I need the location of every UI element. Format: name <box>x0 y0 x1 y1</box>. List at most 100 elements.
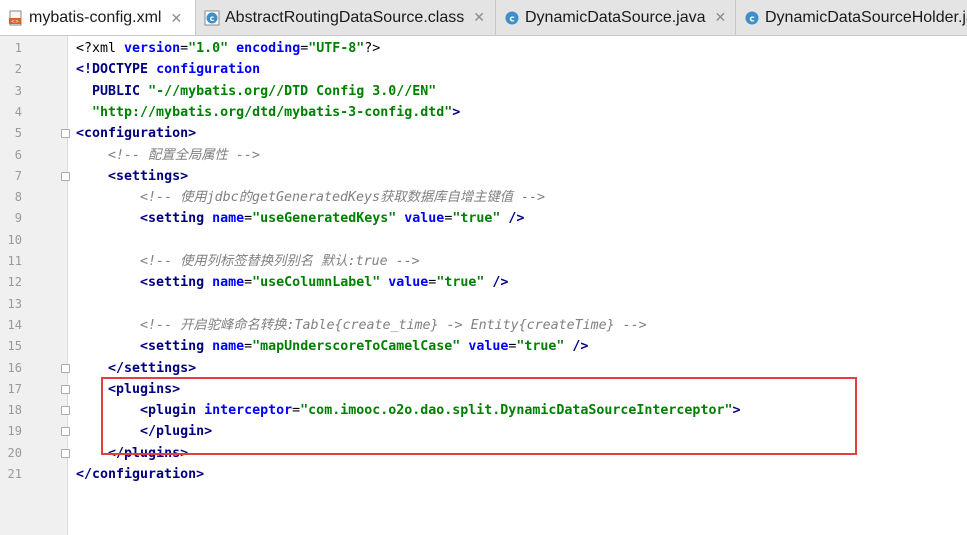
code-token: version <box>124 41 181 56</box>
line-number: 21 <box>7 467 22 481</box>
code-line: "http://mybatis.org/dtd/mybatis-3-config… <box>76 102 460 123</box>
line-number: 16 <box>7 360 22 375</box>
code-token: value <box>388 275 429 291</box>
code-token: "mapUnderscoreToCamelCase" <box>252 339 461 355</box>
code-token: encoding <box>236 41 301 56</box>
code-token: <configuration> <box>76 126 197 142</box>
code-token: "1.0" <box>188 41 229 56</box>
code-line: <!-- 配置全局属性 --> <box>76 145 260 166</box>
xml-file-icon: <> <box>9 10 22 26</box>
code-token: "http://mybatis.org/dtd/mybatis-3-config… <box>76 104 453 120</box>
line-number: 5 <box>14 126 22 141</box>
svg-text:<>: <> <box>11 19 19 25</box>
line-number: 7 <box>14 168 22 183</box>
line-number: 2 <box>14 62 22 77</box>
code-editor[interactable]: <?xml version="1.0" encoding="UTF-8"?> <!… <box>68 36 967 535</box>
code-token: > <box>452 104 461 120</box>
close-icon[interactable]: ✕ <box>473 9 485 26</box>
svg-text:c: c <box>210 14 215 23</box>
code-token: /> <box>564 339 589 355</box>
code-token: <!-- 使用列标签替换列别名 默认:true --> <box>140 254 420 269</box>
code-token: value <box>468 339 509 355</box>
line-number: 3 <box>14 83 22 98</box>
tab-dynamic-data-source-holder-java[interactable]: c DynamicDataSourceHolder.java <box>736 0 967 35</box>
code-token: name <box>212 275 245 291</box>
code-line: <setting name="useColumnLabel" value="tr… <box>76 272 508 293</box>
code-token: PUBLIC <box>76 83 149 99</box>
tab-mybatis-config-xml[interactable]: <> mybatis-config.xml ✕ <box>0 0 196 35</box>
code-line: <?xml version="1.0" encoding="UTF-8"?> <box>76 38 380 59</box>
line-number: 17 <box>7 381 22 396</box>
code-line: <!-- 使用列标签替换列别名 默认:true --> <box>76 251 420 272</box>
java-class-icon: c <box>745 11 759 24</box>
code-line: <setting name="mapUnderscoreToCamelCase"… <box>76 336 588 357</box>
code-line: <setting name="useGeneratedKeys" value="… <box>76 208 524 229</box>
line-number-gutter: 1 2 3 4 5 6 7 8 9 10 11 12 13 14 15 16 17 18 19 20 21 <box>0 36 70 535</box>
code-token: "true" <box>516 339 565 355</box>
close-icon[interactable]: ✕ <box>170 10 182 27</box>
code-line: PUBLIC "-//mybatis.org//DTD Config 3.0//… <box>76 81 436 102</box>
code-token: "UTF-8" <box>308 41 365 56</box>
code-token: name <box>212 211 245 227</box>
line-number: 10 <box>7 232 22 247</box>
tab-dynamic-data-source-java[interactable]: c DynamicDataSource.java ✕ <box>496 0 736 35</box>
code-token: /> <box>484 275 509 291</box>
code-token: = <box>244 339 253 355</box>
code-token: <setting <box>140 275 213 291</box>
code-token: </settings> <box>108 360 197 376</box>
code-line: <configuration> <box>76 123 196 144</box>
tab-abstract-routing-data-source-class[interactable]: c AbstractRoutingDataSource.class ✕ <box>196 0 496 35</box>
line-number: 20 <box>7 445 22 460</box>
code-token: ?> <box>364 41 381 56</box>
code-token: = <box>180 41 189 56</box>
code-token: <!DOCTYPE <box>76 62 157 78</box>
code-token: </configuration> <box>76 467 205 482</box>
line-number: 4 <box>14 104 22 119</box>
code-token: "true" <box>452 211 501 227</box>
code-token: "true" <box>436 275 485 291</box>
code-token: name <box>212 339 245 355</box>
code-line: <!DOCTYPE configuration <box>76 59 260 80</box>
code-token: xml <box>92 41 125 56</box>
code-token: = <box>244 275 253 291</box>
line-number: 11 <box>7 254 22 268</box>
editor-tab-bar: <> mybatis-config.xml ✕ c AbstractRoutin… <box>0 0 967 36</box>
line-number: 19 <box>7 424 22 439</box>
tab-label: AbstractRoutingDataSource.class <box>225 8 465 26</box>
code-token: <setting <box>140 211 213 227</box>
code-line: </settings> <box>76 358 196 379</box>
code-line: <!-- 使用jdbc的getGeneratedKeys获取数据库自增主键值 -… <box>76 187 545 208</box>
code-token: <!-- 开启驼峰命名转换:Table{create_time} -> Enti… <box>140 317 647 333</box>
code-token: "useColumnLabel" <box>252 275 381 291</box>
close-icon[interactable]: ✕ <box>715 9 727 26</box>
tab-label: DynamicDataSource.java <box>525 8 706 26</box>
code-token: = <box>244 211 253 227</box>
code-token: <setting <box>140 339 213 355</box>
code-token: "useGeneratedKeys" <box>252 211 397 227</box>
code-token: <settings> <box>108 168 189 184</box>
line-number: 8 <box>14 190 22 205</box>
annotation-highlight-box <box>101 377 857 455</box>
tab-label: mybatis-config.xml <box>29 9 162 26</box>
line-number: 15 <box>7 339 22 354</box>
code-line: <settings> <box>76 166 188 187</box>
code-line: <!-- 开启驼峰命名转换:Table{create_time} -> Enti… <box>76 315 647 336</box>
code-token: /> <box>500 211 525 227</box>
code-token: configuration <box>156 62 261 78</box>
line-number: 14 <box>7 317 22 332</box>
line-number: 1 <box>14 41 22 55</box>
java-class-icon: c <box>505 11 519 24</box>
svg-text:c: c <box>509 14 514 24</box>
code-token: <? <box>76 41 93 56</box>
line-number: 18 <box>7 403 22 418</box>
class-file-icon: c <box>204 10 220 25</box>
